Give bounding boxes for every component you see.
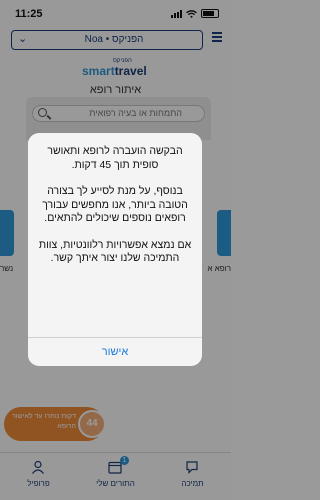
dialog-paragraph-1: הבקשה הועברה לרופא ותאושר סופית תוך 45 ד… bbox=[47, 145, 183, 171]
dialog-message: הבקשה הועברה לרופא ותאושר סופית תוך 45 ד… bbox=[38, 145, 192, 279]
dialog-paragraph-3: אם נמצא אפשרויות רלוונטיות, צוות התמיכה … bbox=[38, 238, 192, 265]
request-sent-dialog: הבקשה הועברה לרופא ותאושר סופית תוך 45 ד… bbox=[28, 133, 202, 366]
dialog-paragraph-2: בנוסף, על מנת לסייע לך בצורה הטובה ביותר… bbox=[42, 185, 188, 224]
app-screen: 11:25 ⌄ הפניקס • Noa הפניקס smarttravel … bbox=[0, 0, 231, 500]
confirm-button[interactable]: אישור bbox=[28, 338, 202, 366]
